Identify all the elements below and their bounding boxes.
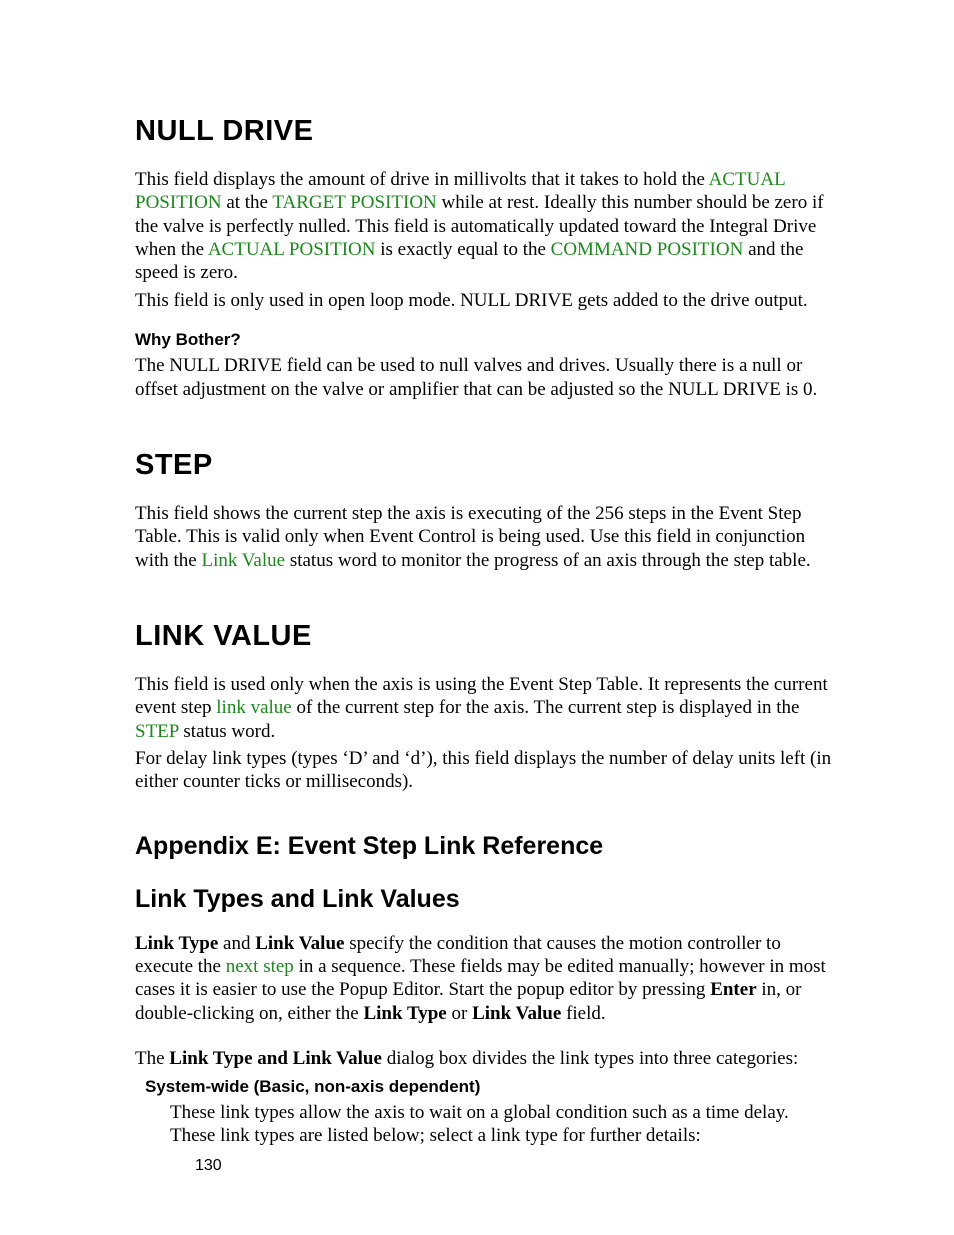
text-run: dialog box divides the link types into t… — [382, 1048, 798, 1069]
link-link-value[interactable]: Link Value — [202, 550, 286, 571]
subheading-why-bother: Why Bother? — [135, 330, 834, 350]
heading-appendix-e: Appendix E: Event Step Link Reference — [135, 832, 834, 861]
link-command-position[interactable]: COMMAND POSITION — [551, 239, 744, 260]
text-run: status word. — [179, 721, 276, 742]
text-bold: Enter — [710, 979, 756, 1000]
text-run: status word to monitor the progress of a… — [285, 550, 811, 571]
heading-link-types-values: Link Types and Link Values — [135, 885, 834, 914]
text-run: at the — [222, 192, 273, 213]
text-run: is exactly equal to the — [375, 239, 550, 260]
link-step-ref[interactable]: STEP — [135, 721, 179, 742]
text-bold: Link Type and Link Value — [169, 1048, 382, 1069]
link-target-position[interactable]: TARGET POSITION — [272, 192, 436, 213]
step-paragraph: This field shows the current step the ax… — [135, 502, 834, 572]
text-bold: Link Value — [472, 1003, 561, 1024]
heading-step: STEP — [135, 449, 834, 482]
why-bother-paragraph: The NULL DRIVE field can be used to null… — [135, 354, 834, 401]
link-value-paragraph-1: This field is used only when the axis is… — [135, 673, 834, 743]
heading-null-drive: NULL DRIVE — [135, 115, 834, 148]
appendix-paragraph-2: The Link Type and Link Value dialog box … — [135, 1047, 834, 1070]
null-drive-paragraph-1: This field displays the amount of drive … — [135, 168, 834, 285]
text-run: or — [447, 1003, 472, 1024]
category-text: These link types allow the axis to wait … — [170, 1101, 834, 1148]
text-run: The — [135, 1048, 169, 1069]
text-run: field. — [561, 1003, 605, 1024]
text-bold: Link Value — [255, 933, 344, 954]
text-bold: Link Type — [135, 933, 218, 954]
text-run: of the current step for the axis. The cu… — [292, 697, 800, 718]
null-drive-paragraph-2: This field is only used in open loop mod… — [135, 289, 834, 312]
appendix-paragraph-1: Link Type and Link Value specify the con… — [135, 932, 834, 1025]
text-run: and — [218, 933, 255, 954]
link-value-paragraph-2: For delay link types (types ‘D’ and ‘d’)… — [135, 747, 834, 794]
link-actual-position-2[interactable]: ACTUAL POSITION — [208, 239, 376, 260]
heading-link-value: LINK VALUE — [135, 620, 834, 653]
text-bold: Link Type — [363, 1003, 446, 1024]
link-next-step[interactable]: next step — [226, 956, 294, 977]
page-number: 130 — [195, 1157, 222, 1175]
category-system-wide: System-wide (Basic, non-axis dependent) — [145, 1077, 834, 1097]
link-link-value-ref[interactable]: link value — [216, 697, 291, 718]
text-run: This field displays the amount of drive … — [135, 169, 709, 190]
document-page: NULL DRIVE This field displays the amoun… — [0, 0, 954, 1235]
